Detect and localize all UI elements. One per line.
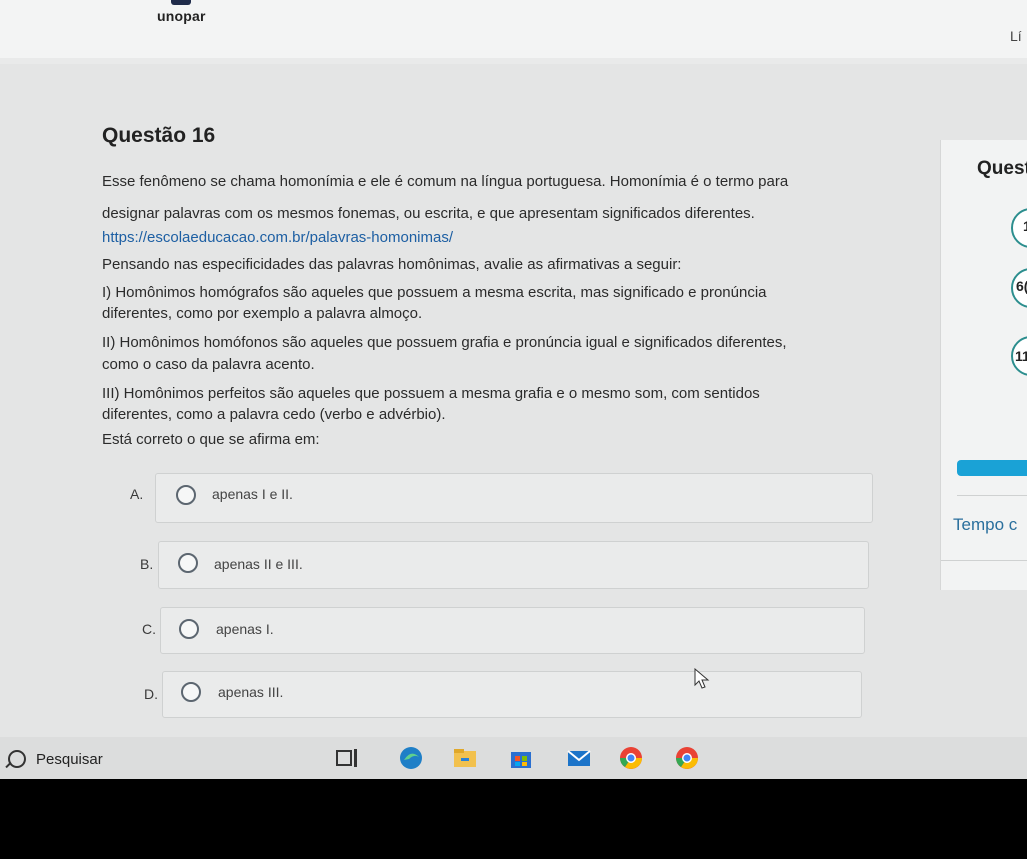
navigator-title: Quest bbox=[977, 158, 1027, 179]
paragraph-line: Esse fenômeno se chama homonímia e ele é… bbox=[102, 173, 789, 190]
mouse-pointer-icon bbox=[694, 668, 710, 689]
chrome-icon[interactable] bbox=[618, 745, 644, 771]
option-label: apenas II e III. bbox=[214, 556, 303, 572]
question-title: Questão 16 bbox=[102, 124, 216, 147]
question-prompt: Pensando nas especificidades das palavra… bbox=[102, 256, 682, 273]
option-letter: B. bbox=[140, 556, 154, 572]
radio-button[interactable] bbox=[178, 553, 198, 573]
header-corner-text[interactable]: Lí bbox=[1010, 28, 1022, 44]
question-closing: Está correto o que se afirma em: bbox=[102, 431, 320, 448]
file-explorer-icon[interactable] bbox=[452, 745, 478, 771]
search-icon[interactable] bbox=[8, 750, 26, 768]
windows-taskbar: Pesquisar bbox=[0, 737, 1027, 779]
store-icon[interactable] bbox=[508, 745, 534, 771]
navigator-number: 11 bbox=[1015, 348, 1027, 364]
navigator-number: 1 bbox=[1023, 218, 1027, 234]
option-letter: C. bbox=[142, 621, 156, 637]
edge-browser-icon[interactable] bbox=[398, 745, 424, 771]
navigator-number: 6( bbox=[1016, 278, 1027, 294]
statement-iii-line: III) Homônimos perfeitos são aqueles que… bbox=[102, 385, 760, 402]
divider bbox=[941, 560, 1027, 561]
option-letter: A. bbox=[130, 486, 144, 502]
chrome-icon[interactable] bbox=[674, 745, 700, 771]
statement-i-line: I) Homônimos homógrafos são aqueles que … bbox=[102, 284, 767, 301]
option-label: apenas III. bbox=[218, 684, 284, 700]
statement-ii-line: como o caso da palavra acento. bbox=[102, 356, 315, 373]
taskbar-search[interactable]: Pesquisar bbox=[36, 751, 103, 768]
option-letter: D. bbox=[144, 686, 158, 702]
radio-button[interactable] bbox=[176, 485, 196, 505]
option-label: apenas I e II. bbox=[212, 486, 293, 502]
option-label: apenas I. bbox=[216, 621, 274, 637]
brand-logo[interactable]: unopar bbox=[157, 8, 206, 24]
mail-icon[interactable] bbox=[566, 745, 592, 771]
radio-button[interactable] bbox=[179, 619, 199, 639]
progress-bar bbox=[957, 460, 1027, 476]
statement-i-line: diferentes, como por exemplo a palavra a… bbox=[102, 305, 423, 322]
source-link[interactable]: https://escolaeducacao.com.br/palavras-h… bbox=[102, 228, 453, 248]
top-header: unopar Lí bbox=[0, 0, 1027, 58]
task-view-icon[interactable] bbox=[334, 745, 360, 771]
paragraph-line: designar palavras com os mesmos fonemas,… bbox=[102, 205, 755, 222]
statement-iii-line: diferentes, como a palavra cedo (verbo e… bbox=[102, 406, 446, 423]
question-navigator-panel: Quest 1 6( 11 Tempo c bbox=[940, 140, 1027, 590]
statement-ii-line: II) Homônimos homófonos são aqueles que … bbox=[102, 334, 787, 351]
radio-button[interactable] bbox=[181, 682, 201, 702]
brand-mark bbox=[171, 0, 191, 5]
time-label: Tempo c bbox=[953, 515, 1018, 534]
browser-viewport: unopar Lí Questão 16 Esse fenômeno se ch… bbox=[0, 0, 1027, 740]
divider bbox=[957, 495, 1027, 496]
